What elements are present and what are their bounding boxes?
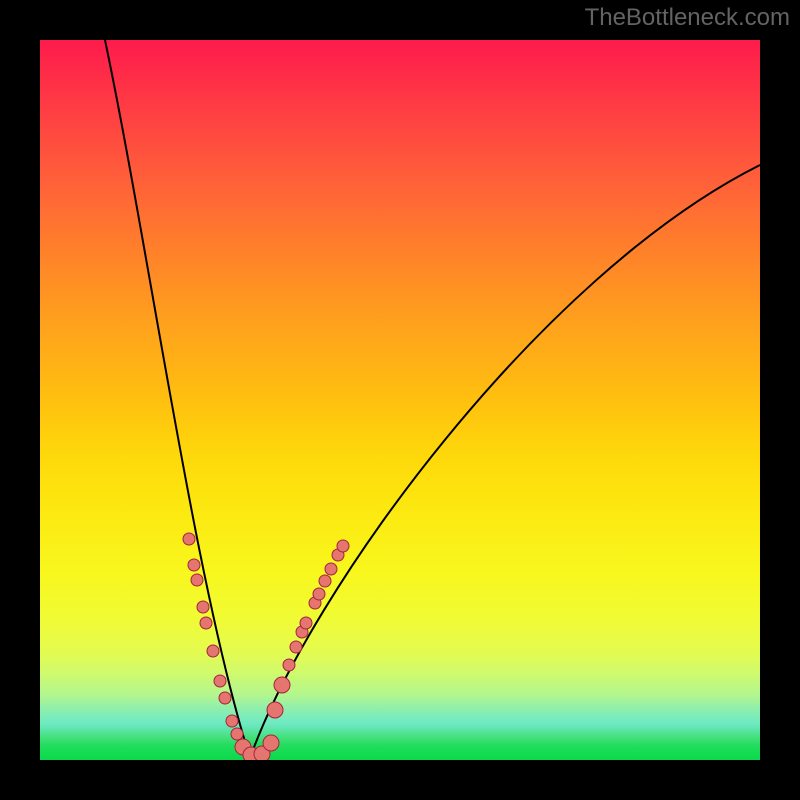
data-marker: [267, 702, 283, 718]
data-marker: [226, 715, 238, 727]
data-marker: [274, 677, 290, 693]
data-marker: [290, 641, 302, 653]
data-marker: [231, 728, 243, 740]
data-marker: [200, 617, 212, 629]
bottleneck-curve: [105, 40, 760, 758]
data-marker: [319, 575, 331, 587]
chart-container: TheBottleneck.com: [0, 0, 800, 800]
data-marker: [191, 574, 203, 586]
data-marker: [219, 692, 231, 704]
data-marker: [263, 735, 279, 751]
chart-svg: [40, 40, 760, 760]
data-marker: [197, 601, 209, 613]
plot-area: [40, 40, 760, 760]
data-marker: [183, 533, 195, 545]
data-marker: [214, 675, 226, 687]
marker-group: [183, 533, 349, 760]
data-marker: [283, 659, 295, 671]
data-marker: [188, 559, 200, 571]
watermark-text: TheBottleneck.com: [585, 4, 790, 32]
data-marker: [325, 563, 337, 575]
data-marker: [337, 540, 349, 552]
data-marker: [313, 588, 325, 600]
data-marker: [207, 645, 219, 657]
data-marker: [300, 617, 312, 629]
